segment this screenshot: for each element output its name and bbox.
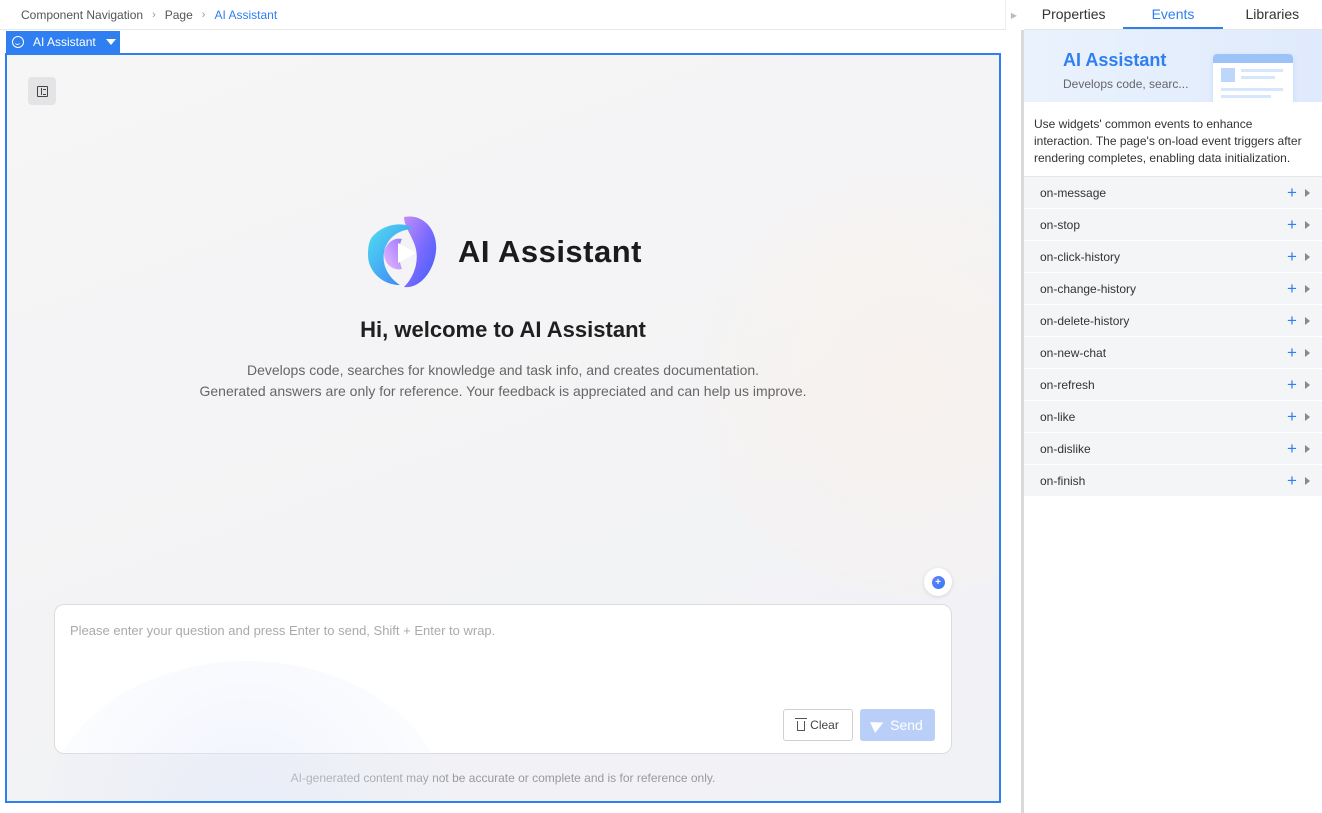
component-tag-label: AI Assistant	[33, 35, 96, 49]
event-row-on-click-history[interactable]: on-click-history +	[1024, 241, 1322, 273]
plus-icon[interactable]: +	[1284, 184, 1300, 201]
event-name: on-like	[1040, 409, 1076, 424]
event-row-on-finish[interactable]: on-finish +	[1024, 465, 1322, 497]
events-list: on-message + on-stop + on-click-history …	[1024, 177, 1322, 497]
event-name: on-message	[1040, 185, 1107, 200]
plus-icon[interactable]: +	[1284, 280, 1300, 297]
plus-icon[interactable]: +	[1284, 408, 1300, 425]
description-line-2: Generated answers are only for reference…	[199, 383, 807, 399]
welcome-heading: Hi, welcome to AI Assistant	[360, 317, 646, 342]
question-input[interactable]	[70, 623, 930, 703]
event-row-on-dislike[interactable]: on-dislike +	[1024, 433, 1322, 465]
plus-icon[interactable]: +	[1284, 248, 1300, 265]
tab-libraries[interactable]: Libraries	[1223, 0, 1322, 29]
new-chat-button[interactable]: +	[924, 568, 952, 596]
description-line-1: Develops code, searches for knowledge an…	[246, 362, 760, 378]
component-tag[interactable]: AI Assistant	[6, 31, 120, 53]
event-row-on-change-history[interactable]: on-change-history +	[1024, 273, 1322, 305]
trash-icon	[795, 718, 808, 731]
chevron-right-icon[interactable]	[1305, 412, 1310, 421]
event-name: on-new-chat	[1040, 345, 1107, 360]
event-row-on-message[interactable]: on-message +	[1024, 177, 1322, 209]
banner-title: AI Assistant	[1063, 50, 1167, 70]
chevron-down-icon[interactable]	[105, 39, 116, 45]
event-name: on-delete-history	[1040, 313, 1130, 328]
smile-icon	[12, 36, 24, 48]
clear-button[interactable]: Clear	[783, 709, 853, 741]
ai-assistant-canvas[interactable]: AI Assistant Hi, welcome to AI Assistant…	[5, 53, 1001, 803]
history-button[interactable]	[28, 77, 56, 105]
event-name: on-dislike	[1040, 441, 1091, 456]
chevron-right-icon[interactable]	[1305, 444, 1310, 453]
settings-panel: Properties Events Libraries AI Assistant…	[1024, 0, 1322, 813]
panel-tabs: Properties Events Libraries	[1024, 0, 1322, 30]
plus-icon[interactable]: +	[1284, 216, 1300, 233]
event-name: on-change-history	[1040, 281, 1137, 296]
ai-assistant-logo-icon	[367, 216, 437, 288]
chevron-right-icon[interactable]	[1305, 220, 1310, 229]
paper-plane-icon	[870, 717, 887, 733]
breadcrumb-ai-assistant: AI Assistant	[214, 7, 278, 22]
event-row-on-refresh[interactable]: on-refresh +	[1024, 369, 1322, 401]
chevron-right-icon[interactable]	[1305, 188, 1310, 197]
breadcrumb-component-navigation[interactable]: Component Navigation	[21, 8, 143, 22]
new-chat-icon: +	[931, 575, 945, 589]
event-row-on-like[interactable]: on-like +	[1024, 401, 1322, 433]
plus-icon[interactable]: +	[1284, 472, 1300, 489]
component-banner: AI Assistant Develops code, searc...	[1024, 30, 1322, 102]
history-list-icon	[36, 85, 48, 97]
event-row-on-stop[interactable]: on-stop +	[1024, 209, 1322, 241]
event-name: on-finish	[1040, 473, 1086, 488]
welcome-description: Develops code, searches for knowledge an…	[7, 360, 999, 402]
plus-icon[interactable]: +	[1284, 440, 1300, 457]
event-row-on-new-chat[interactable]: on-new-chat +	[1024, 337, 1322, 369]
chevron-right-icon[interactable]	[1305, 348, 1310, 357]
event-row-on-delete-history[interactable]: on-delete-history +	[1024, 305, 1322, 337]
breadcrumb-separator-icon: ›	[201, 8, 206, 21]
send-button-label: Send	[890, 717, 923, 733]
banner-subtitle: Develops code, searc...	[1063, 77, 1189, 91]
breadcrumb: Component Navigation › Page › AI Assista…	[0, 0, 1005, 30]
banner-illustration-icon	[1213, 54, 1293, 102]
breadcrumb-separator-icon: ›	[152, 8, 156, 21]
plus-icon[interactable]: +	[1284, 344, 1300, 361]
tab-events[interactable]: Events	[1123, 0, 1223, 29]
chevron-right-icon[interactable]	[1305, 476, 1310, 485]
collapse-panel-toggle[interactable]: ▶	[1005, 0, 1022, 30]
breadcrumb-page[interactable]: Page	[165, 8, 193, 22]
chevron-right-icon[interactable]	[1305, 316, 1310, 325]
chevron-right-icon[interactable]	[1305, 252, 1310, 261]
plus-icon[interactable]: +	[1284, 312, 1300, 329]
event-name: on-click-history	[1040, 249, 1121, 264]
chevron-right-icon[interactable]	[1305, 284, 1310, 293]
chat-composer: Clear Send	[54, 604, 952, 754]
tab-properties[interactable]: Properties	[1024, 0, 1123, 29]
events-intro: Use widgets' common events to enhance in…	[1024, 102, 1322, 177]
hero: AI Assistant	[7, 213, 999, 291]
chevron-right-icon[interactable]	[1305, 380, 1310, 389]
event-name: on-refresh	[1040, 377, 1095, 392]
ai-disclaimer: AI-generated content may not be accurate…	[290, 771, 716, 785]
event-name: on-stop	[1040, 217, 1081, 232]
clear-button-label: Clear	[810, 718, 839, 732]
hero-title: AI Assistant	[457, 234, 642, 269]
plus-icon[interactable]: +	[1284, 376, 1300, 393]
send-button[interactable]: Send	[860, 709, 935, 741]
